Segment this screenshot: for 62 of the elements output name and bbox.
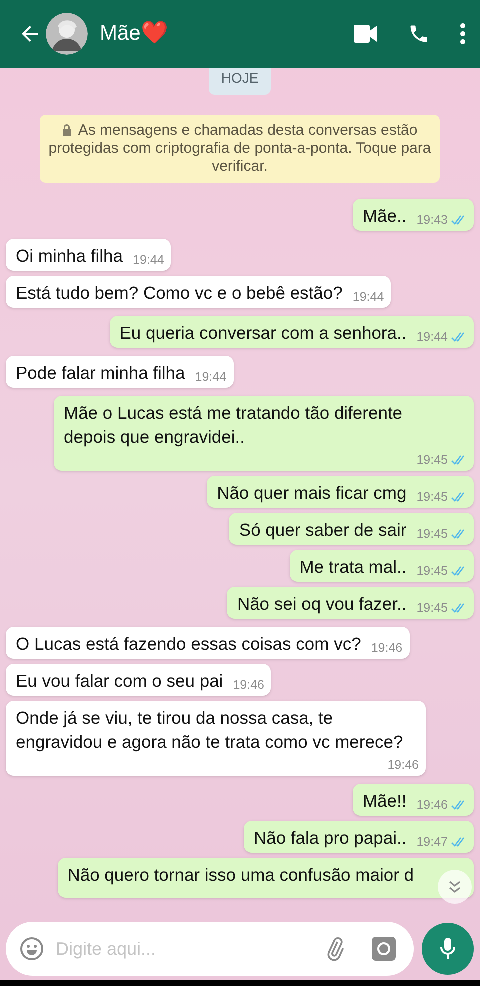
received-message-bubble[interactable]: Está tudo bem? Como vc e o bebê estão? 19:44 xyxy=(6,276,392,308)
message-time: 19:45 xyxy=(416,526,448,543)
message-text: Oi minha filha xyxy=(16,245,124,268)
message-text: Eu queria conversar com a senhora.. xyxy=(120,322,408,345)
microphone-button[interactable] xyxy=(422,923,474,975)
message-text: Onde já se viu, te tirou da nossa casa, te engravidou e agora não te trata como vc merece? xyxy=(16,706,404,754)
double-chevron-icon xyxy=(448,880,462,894)
video-call-icon[interactable] xyxy=(354,25,378,43)
message-time: 19:47 xyxy=(416,834,448,851)
sent-message-bubble[interactable]: Não sei oq vou fazer.. 19:45 xyxy=(227,586,474,619)
encryption-notice[interactable]: As mensagens e chamadas desta conversas estão protegidas com criptografia de ponta-a-ponta. Toque para verificar. xyxy=(40,115,440,183)
received-message-bubble[interactable]: Onde já se viu, te tirou da nossa casa, te engravidou e agora não te trata como vc merece? 19:46 xyxy=(6,700,426,776)
text-input[interactable]: Digite aqui... xyxy=(56,936,316,962)
message-time: 19:45 xyxy=(416,600,448,617)
message-text: Não fala pro papai.. xyxy=(254,826,408,850)
received-message-bubble[interactable]: Oi minha filha 19:44 xyxy=(6,239,172,271)
message-text: Me trata mal.. xyxy=(300,556,408,579)
message-time: 19:44 xyxy=(195,369,227,386)
phone-icon[interactable] xyxy=(408,23,430,45)
camera-icon[interactable] xyxy=(372,937,396,961)
message-time: 19:46 xyxy=(233,677,264,694)
message-text: Pode falar minha filha xyxy=(16,362,186,385)
microphone-icon xyxy=(440,937,456,961)
message-time: 19:44 xyxy=(352,289,384,306)
sent-message-bubble[interactable]: Não fala pro papai.. 19:47 xyxy=(244,820,474,852)
message-text: Está tudo bem? Como vc e o bebê estão? xyxy=(16,282,344,305)
message-time: 19:45 xyxy=(416,452,448,469)
message-time: 19:46 xyxy=(388,756,419,774)
sent-message-bubble[interactable]: Só quer saber de sair 19:45 xyxy=(229,512,474,545)
sent-message-bubble[interactable]: Não quero tornar isso uma confusão maior d xyxy=(58,858,474,898)
message-text: Só quer saber de sair xyxy=(239,518,408,542)
contact-name[interactable]: Mãe xyxy=(100,18,141,50)
received-message-bubble[interactable]: O Lucas está fazendo essas coisas com vc? 19:46 xyxy=(6,626,410,659)
message-text: Não quer mais ficar cmg xyxy=(217,482,408,505)
message-text: Mãe.. xyxy=(362,205,408,228)
sent-message-bubble[interactable]: Mãe!! 19:46 xyxy=(352,784,474,816)
message-time: 19:46 xyxy=(371,640,403,657)
message-time: 19:45 xyxy=(416,489,448,506)
message-time: 19:44 xyxy=(416,329,448,346)
message-text: Mãe!! xyxy=(362,790,408,812)
sent-message-bubble[interactable]: Mãe.. 19:43 xyxy=(352,199,474,231)
message-time: 19:43 xyxy=(416,212,448,230)
message-text: Mãe o Lucas está me tratando tão diferente depois que engravidei.. xyxy=(64,402,404,449)
received-message-bubble[interactable]: Eu vou falar com o seu pai 19:46 xyxy=(6,664,272,696)
message-text: Não sei oq vou fazer.. xyxy=(237,592,408,616)
date-chip: HOJE xyxy=(209,68,271,95)
received-message-bubble[interactable]: Pode falar minha filha 19:44 xyxy=(6,356,234,388)
heart-emoji: ❤ xyxy=(140,23,168,45)
message-time: 19:44 xyxy=(133,252,164,270)
message-field[interactable]: Digite aqui... xyxy=(6,922,414,976)
sent-message-bubble[interactable]: Mãe o Lucas está me tratando tão diferente depois que engravidei.. 19:45 xyxy=(54,396,474,471)
message-text: O Lucas está fazendo essas coisas com vc? xyxy=(16,632,362,656)
message-text: Eu vou falar com o seu pai xyxy=(16,670,224,693)
sent-message-bubble[interactable]: Me trata mal.. 19:45 xyxy=(290,550,474,582)
sent-message-bubble[interactable]: Não quer mais ficar cmg 19:45 xyxy=(207,476,474,508)
message-text: Não quero tornar isso uma confusão maior d xyxy=(68,864,415,886)
emoji-icon[interactable] xyxy=(20,937,44,961)
lock-icon xyxy=(62,124,72,136)
menu-icon[interactable] xyxy=(460,23,466,45)
message-time: 19:45 xyxy=(416,563,448,580)
message-time: 19:46 xyxy=(416,796,448,814)
sent-message-bubble[interactable]: Eu queria conversar com a senhora.. 19:44 xyxy=(110,316,474,348)
